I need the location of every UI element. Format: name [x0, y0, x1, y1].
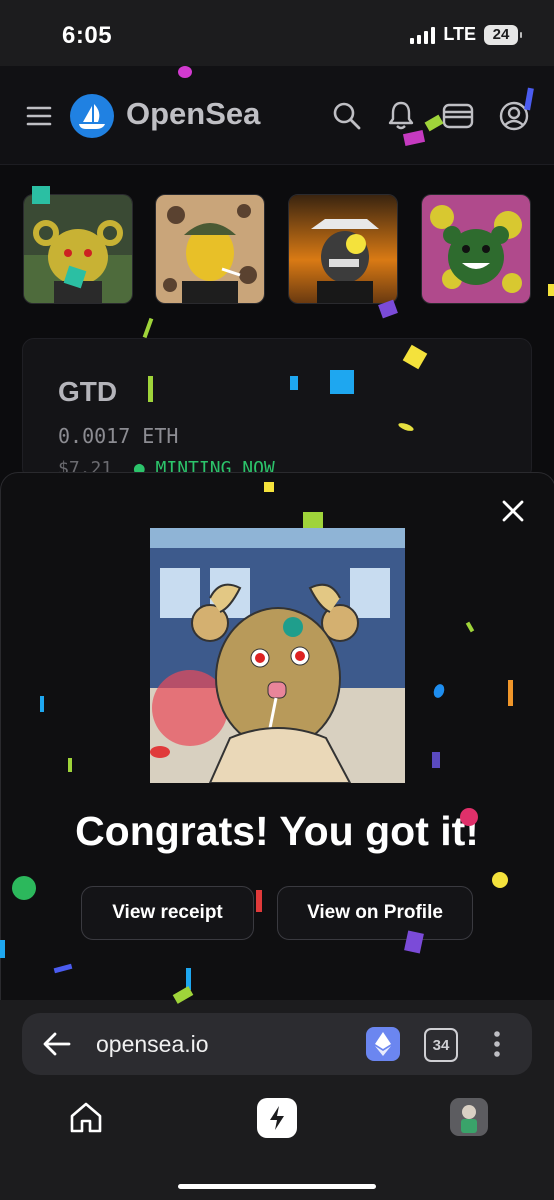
- confetti-piece: [142, 317, 154, 339]
- nft-thumbnail-3[interactable]: [288, 194, 398, 304]
- menu-icon[interactable]: [26, 104, 52, 128]
- confetti-piece: [460, 808, 478, 826]
- close-icon[interactable]: [496, 494, 530, 528]
- back-arrow-icon[interactable]: [42, 1030, 72, 1063]
- nft-thumbnail-4[interactable]: [421, 194, 531, 304]
- purchased-nft-image: [150, 528, 405, 783]
- network-label: LTE: [443, 24, 476, 44]
- confetti-piece: [148, 376, 153, 402]
- confetti-piece: [12, 876, 36, 900]
- status-time: 6:05: [62, 22, 113, 49]
- ethereum-icon[interactable]: [366, 1027, 400, 1061]
- wallet-icon[interactable]: [442, 102, 474, 135]
- confetti-piece: [492, 872, 508, 888]
- more-options-icon[interactable]: [492, 1030, 502, 1063]
- drop-title: GTD: [58, 376, 118, 407]
- confetti-piece: [0, 940, 5, 958]
- url-text[interactable]: opensea.io: [96, 1031, 209, 1058]
- confetti-piece: [264, 482, 274, 492]
- confetti-piece: [290, 376, 298, 390]
- view-receipt-button[interactable]: View receipt: [81, 886, 254, 940]
- confetti-piece: [548, 284, 554, 296]
- shortcuts-icon[interactable]: [257, 1098, 297, 1138]
- confetti-piece: [150, 746, 170, 758]
- drop-price-value: 0.0017: [58, 424, 131, 448]
- nft-thumbnail-2[interactable]: [155, 194, 265, 304]
- opensea-wordmark[interactable]: OpenSea: [126, 96, 260, 132]
- confetti-piece: [303, 512, 323, 528]
- battery-icon: 24: [484, 24, 522, 45]
- search-icon[interactable]: [332, 101, 362, 136]
- confetti-piece: [32, 186, 50, 204]
- confetti-piece: [256, 890, 262, 912]
- confetti-piece: [68, 758, 72, 772]
- home-icon[interactable]: [68, 1100, 104, 1139]
- signal-icon: [410, 26, 436, 44]
- status-indicators: LTE 24: [410, 24, 522, 45]
- opensea-logo-icon[interactable]: [70, 94, 114, 138]
- view-on-profile-button[interactable]: View on Profile: [277, 886, 473, 940]
- drop-price: 0.0017 ETH: [58, 424, 178, 448]
- confetti-piece: [178, 66, 192, 78]
- tab-count-button[interactable]: 34: [424, 1028, 458, 1062]
- bell-icon[interactable]: [386, 99, 416, 136]
- home-indicator: [178, 1184, 376, 1189]
- confetti-piece: [432, 752, 440, 768]
- confetti-piece: [283, 617, 303, 637]
- confetti-piece: [330, 370, 354, 394]
- confetti-piece: [508, 680, 513, 706]
- profile-avatar[interactable]: [450, 1098, 488, 1136]
- drop-price-currency: ETH: [142, 424, 179, 448]
- confetti-piece: [346, 234, 366, 254]
- confetti-piece: [40, 696, 44, 712]
